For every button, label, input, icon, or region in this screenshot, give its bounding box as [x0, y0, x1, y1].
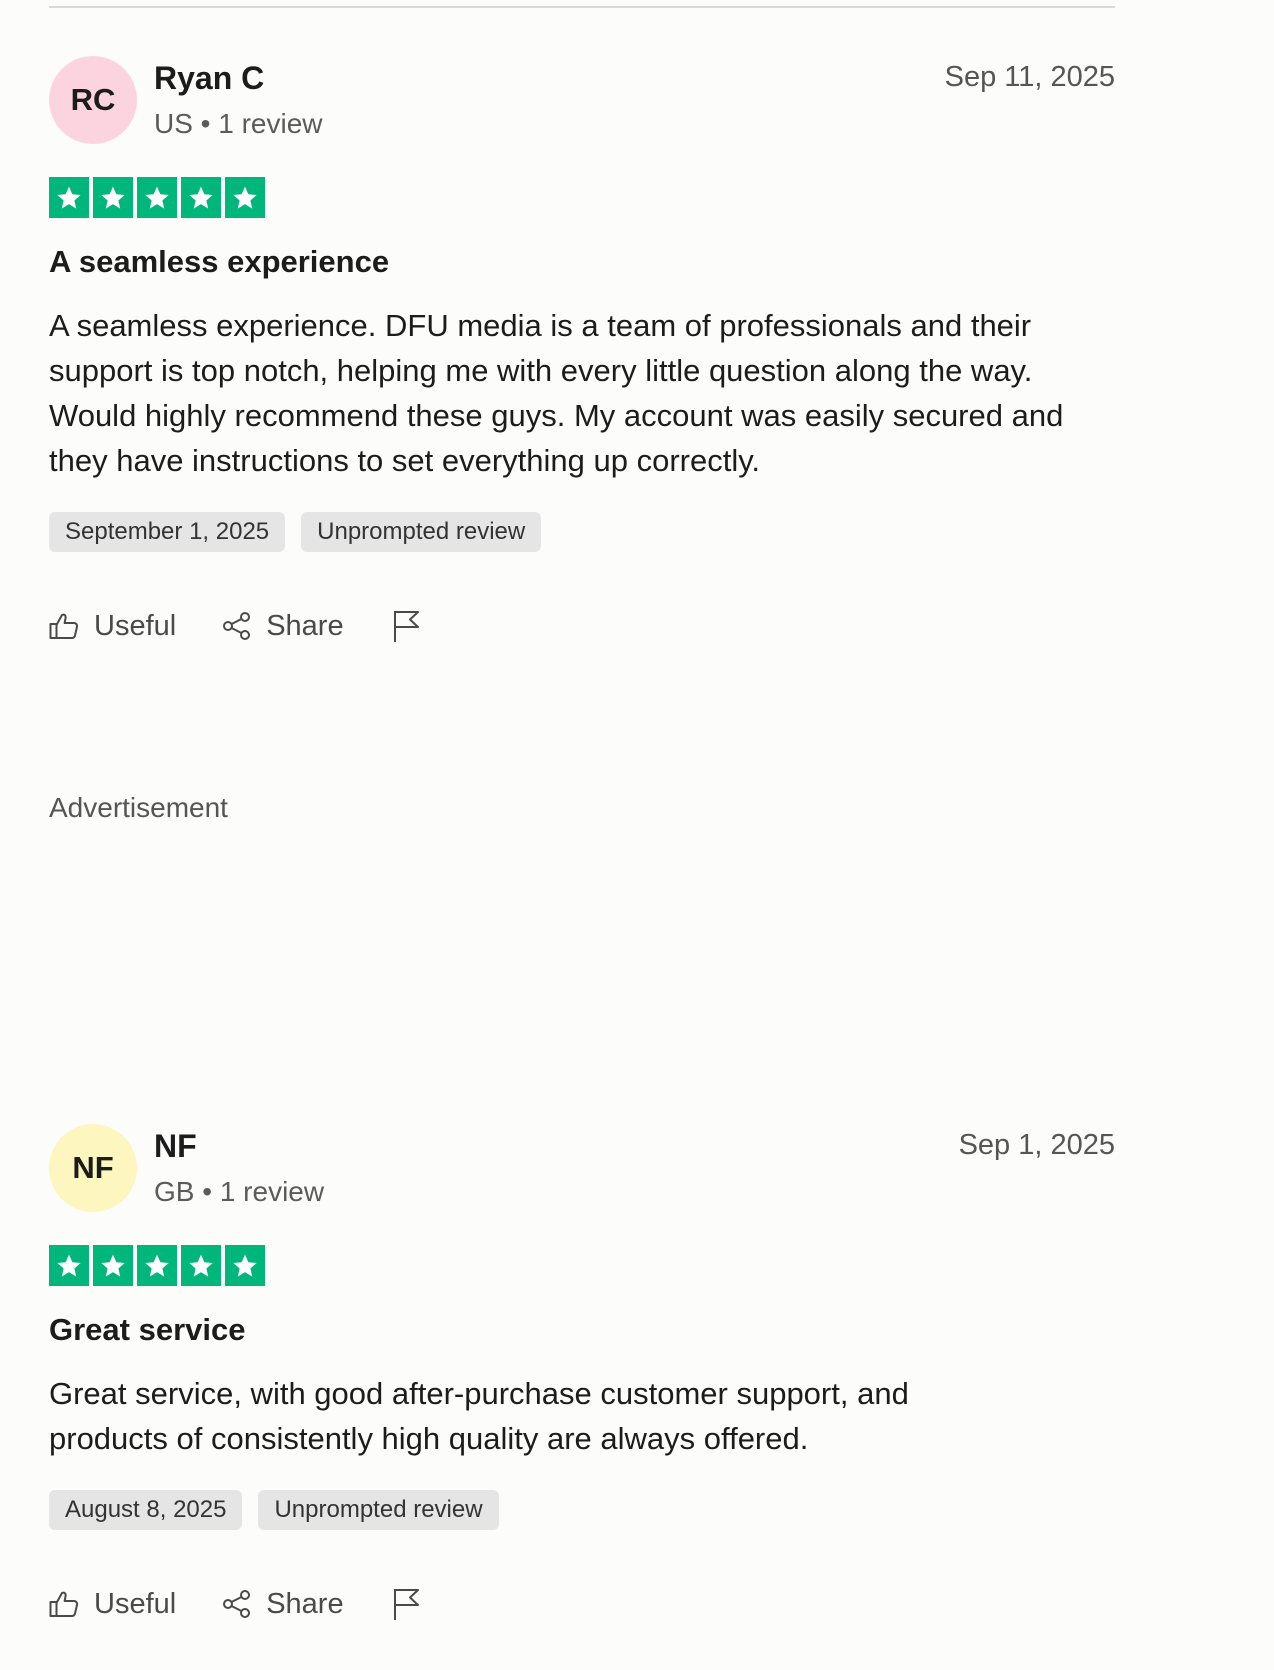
star-rating — [49, 177, 1115, 218]
thumbs-up-icon — [49, 1590, 79, 1618]
thumbs-up-icon — [49, 612, 79, 640]
star-icon — [49, 177, 89, 218]
star-icon — [137, 1245, 177, 1286]
report-button[interactable] — [392, 609, 420, 643]
review-actions: Useful Share — [49, 608, 1115, 644]
share-icon — [222, 1589, 252, 1619]
share-button[interactable]: Share — [222, 609, 344, 643]
reviewer-meta: US • 1 review — [154, 108, 323, 139]
experience-date-badge: September 1, 2025 — [49, 512, 286, 552]
share-label: Share — [266, 1587, 344, 1620]
star-icon — [181, 177, 221, 218]
review-tags: September 1, 2025 Unprompted review — [49, 512, 1115, 552]
flag-icon — [392, 609, 420, 643]
share-button[interactable]: Share — [222, 1587, 344, 1621]
review-card: NF NF GB • 1 review Sep 1, 2025 Great se… — [49, 1124, 1115, 1622]
reviewer-header: RC Ryan C US • 1 review Sep 11, 2025 — [49, 56, 1115, 144]
review-card: RC Ryan C US • 1 review Sep 11, 2025 A s… — [49, 56, 1115, 644]
review-body: A seamless experience. DFU media is a te… — [49, 308, 1064, 478]
useful-button[interactable]: Useful — [49, 1588, 176, 1621]
review-title[interactable]: Great service — [49, 1312, 1115, 1348]
star-icon — [49, 1245, 89, 1286]
unprompted-review-badge[interactable]: Unprompted review — [258, 1490, 499, 1530]
flag-icon — [392, 1587, 420, 1621]
review-date: Sep 11, 2025 — [944, 61, 1115, 93]
star-icon — [225, 177, 265, 218]
share-icon — [222, 611, 252, 641]
useful-label: Useful — [94, 609, 177, 642]
review-date: Sep 1, 2025 — [958, 1129, 1115, 1161]
reviewer-header: NF NF GB • 1 review Sep 1, 2025 — [49, 1124, 1115, 1212]
star-icon — [137, 177, 177, 218]
useful-button[interactable]: Useful — [49, 610, 176, 643]
reviewer-name[interactable]: NF — [154, 1128, 197, 1165]
review-tags: August 8, 2025 Unprompted review — [49, 1490, 1115, 1530]
avatar[interactable]: NF — [49, 1124, 137, 1212]
star-rating — [49, 1245, 1115, 1286]
star-icon — [181, 1245, 221, 1286]
star-icon — [93, 1245, 133, 1286]
reviewer-name[interactable]: Ryan C — [154, 60, 264, 97]
star-icon — [225, 1245, 265, 1286]
avatar[interactable]: RC — [49, 56, 137, 144]
divider — [49, 6, 1115, 8]
reviewer-meta: GB • 1 review — [154, 1176, 325, 1207]
review-actions: Useful Share — [49, 1586, 1115, 1622]
useful-label: Useful — [94, 1587, 177, 1620]
advertisement-label: Advertisement — [49, 792, 228, 823]
share-label: Share — [266, 609, 344, 642]
experience-date-badge: August 8, 2025 — [49, 1490, 243, 1530]
report-button[interactable] — [392, 1587, 420, 1621]
star-icon — [93, 177, 133, 218]
review-body: Great service, with good after-purchase … — [49, 1376, 909, 1456]
review-title[interactable]: A seamless experience — [49, 244, 1115, 280]
unprompted-review-badge[interactable]: Unprompted review — [301, 512, 542, 552]
